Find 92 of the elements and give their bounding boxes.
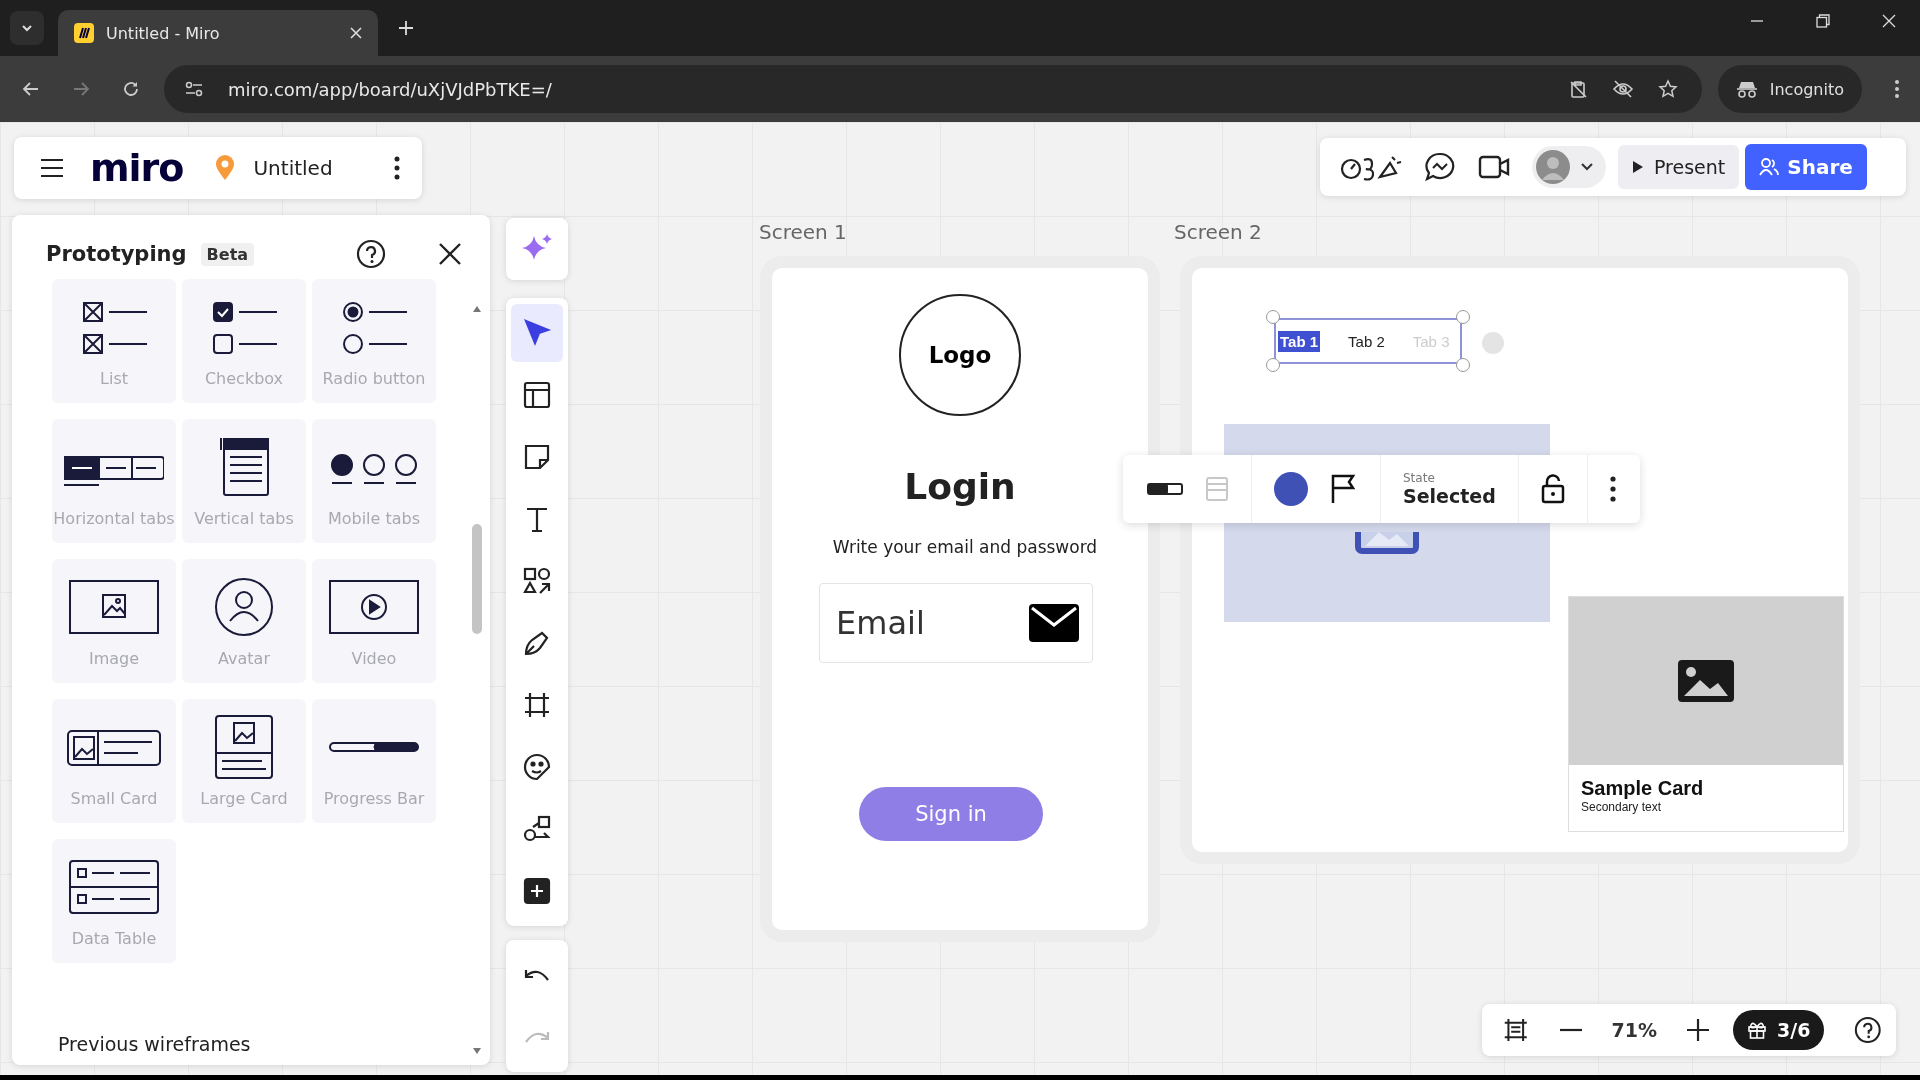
undo-icon	[524, 968, 550, 982]
resize-handle[interactable]	[1266, 358, 1280, 372]
tile-label: Large Card	[200, 788, 288, 808]
frame-label[interactable]: Screen 1	[759, 220, 847, 244]
address-bar[interactable]: miro.com/app/board/uXjVJdPbTKE=/	[164, 65, 1702, 113]
resize-handle[interactable]	[1456, 310, 1470, 324]
frame-label[interactable]: Screen 2	[1174, 220, 1262, 244]
board-title[interactable]: Untitled	[253, 156, 368, 180]
scrollbar-thumb[interactable]	[472, 524, 482, 634]
incognito-icon	[1735, 80, 1758, 98]
login-heading: Login	[904, 466, 1016, 507]
people-icon	[1759, 158, 1780, 176]
url-text: miro.com/app/board/uXjVJdPbTKE=/	[228, 78, 552, 100]
present-button[interactable]: Present	[1618, 145, 1740, 189]
state-dropdown[interactable]: State Selected	[1403, 471, 1496, 507]
logo-placeholder: Logo	[899, 294, 1021, 416]
color-swatch[interactable]	[1274, 472, 1308, 506]
tab[interactable]: Tab 2	[1348, 332, 1385, 350]
more-icon[interactable]	[1609, 476, 1616, 502]
tile-label: Small Card	[70, 788, 158, 808]
scroll-down-icon[interactable]	[472, 1047, 482, 1055]
clipboard-off-icon[interactable]	[1567, 79, 1588, 99]
email-field[interactable]: Email	[819, 583, 1093, 663]
flag-icon[interactable]	[1330, 473, 1358, 505]
beta-badge: Beta	[200, 242, 255, 266]
sticker-tool-icon	[521, 751, 553, 783]
tile-label: Vertical tabs	[194, 508, 294, 528]
gift-icon	[1747, 1020, 1768, 1040]
star-icon[interactable]	[1657, 79, 1678, 99]
tile-label: Radio button	[322, 368, 426, 388]
tile-label: Checkbox	[204, 368, 284, 388]
incognito-badge[interactable]: Incognito	[1717, 65, 1862, 113]
sample-card[interactable]: Sample Card Secondary text	[1568, 596, 1844, 832]
browser-menu-icon[interactable]	[1894, 79, 1900, 99]
zoom-level[interactable]: 71%	[1611, 1019, 1658, 1041]
resize-handle[interactable]	[1266, 310, 1280, 324]
tab[interactable]: Tab 1	[1278, 330, 1321, 352]
sign-in-button[interactable]: Sign in	[859, 787, 1043, 841]
help-icon[interactable]	[356, 239, 386, 269]
play-icon	[1632, 160, 1644, 174]
frame[interactable]: Logo Login Write your email and password Email Sign in	[760, 256, 1160, 942]
chevron-down-icon	[1580, 162, 1594, 172]
templates-tool-icon	[521, 379, 553, 411]
new-tab-icon[interactable]	[398, 20, 414, 36]
envelope-icon	[1029, 604, 1079, 642]
tile-label: Avatar	[218, 648, 270, 668]
tab-list-button[interactable]	[10, 11, 44, 45]
miro-logo[interactable]: miro	[90, 146, 184, 190]
menu-icon[interactable]	[40, 158, 64, 178]
select-tool-button[interactable]	[511, 304, 563, 362]
more-icon[interactable]	[394, 156, 400, 180]
gift-counter-button[interactable]: 3/6	[1733, 1010, 1825, 1050]
tile-label: List	[100, 368, 128, 388]
image-icon	[1355, 532, 1419, 554]
share-button[interactable]: Share	[1745, 144, 1867, 190]
avatar-icon	[1536, 150, 1570, 184]
card-secondary-text: Secondary text	[1581, 800, 1663, 814]
toggle-icon[interactable]	[1147, 482, 1183, 496]
restore-icon[interactable]	[1816, 14, 1830, 28]
site-settings-icon[interactable]	[184, 80, 204, 98]
resize-handle[interactable]	[1456, 358, 1470, 372]
tile-label: Data Table	[71, 928, 157, 948]
forward-icon[interactable]	[72, 80, 90, 98]
close-icon[interactable]	[438, 242, 462, 266]
help-icon[interactable]	[1854, 1015, 1882, 1045]
tile-label: Mobile tabs	[327, 508, 421, 528]
tile-label: Image	[88, 648, 140, 668]
location-pin-icon	[215, 155, 236, 181]
login-subtitle: Write your email and password	[832, 537, 1098, 557]
close-tab-icon[interactable]	[350, 27, 362, 39]
section-title: Previous wireframes	[58, 1033, 252, 1055]
eye-off-icon[interactable]	[1611, 79, 1634, 99]
user-menu-button[interactable]	[1532, 146, 1606, 188]
card-title: Sample Card	[1581, 777, 1705, 800]
panel-title: Prototyping	[46, 242, 187, 266]
more-tool-icon	[521, 875, 553, 907]
image-icon	[1678, 660, 1734, 702]
tile-label: Horizontal tabs	[53, 508, 175, 528]
reload-icon[interactable]	[122, 80, 140, 98]
redo-icon	[524, 1030, 550, 1044]
tile-label: Progress Bar	[323, 788, 425, 808]
browser-tab[interactable]: Untitled - Miro	[58, 10, 378, 56]
scroll-up-icon[interactable]	[472, 305, 482, 313]
back-icon[interactable]	[22, 80, 40, 98]
board-favicon-icon	[74, 23, 94, 43]
unlocked-icon[interactable]	[1540, 474, 1565, 504]
tab-title: Untitled - Miro	[106, 23, 221, 43]
zoom-in-icon[interactable]	[1687, 1018, 1710, 1042]
zoom-out-icon[interactable]	[1559, 1028, 1582, 1032]
video-camera-icon[interactable]	[1478, 154, 1510, 180]
tile-label: Video	[351, 648, 397, 668]
chat-icon[interactable]	[1424, 151, 1456, 183]
